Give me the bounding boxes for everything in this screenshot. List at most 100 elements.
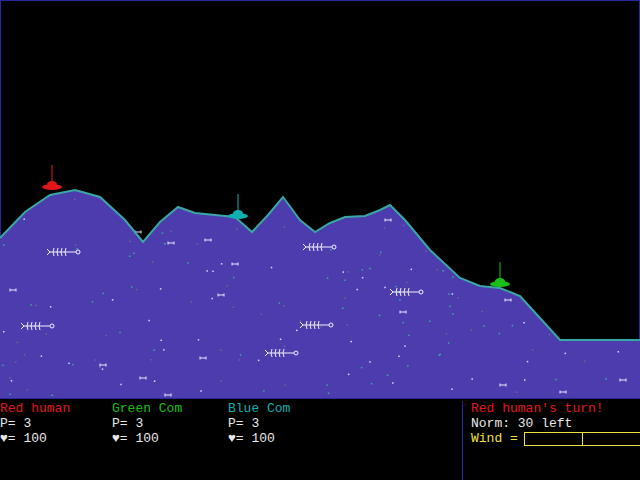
bone-icon xyxy=(200,357,206,360)
terrain-speck xyxy=(119,332,121,334)
terrain-speck xyxy=(446,333,448,335)
skeleton-icon xyxy=(21,322,54,330)
tank-body xyxy=(42,184,62,190)
terrain-speck xyxy=(342,308,344,310)
wind-marker xyxy=(582,433,583,445)
terrain-speck xyxy=(106,335,108,337)
terrain-speck xyxy=(512,325,514,327)
terrain-speck xyxy=(565,353,567,355)
terrain-speck xyxy=(30,304,32,306)
terrain-speck xyxy=(170,231,172,233)
terrain-speck xyxy=(148,320,150,322)
player-name: Red human xyxy=(0,401,112,416)
terrain-speck xyxy=(438,354,440,356)
skeleton-icon xyxy=(300,321,333,329)
bone-icon xyxy=(218,294,224,297)
terrain-speck xyxy=(411,269,413,271)
terrain-speck xyxy=(429,320,431,322)
terrain-speck xyxy=(76,248,78,250)
battlefield[interactable] xyxy=(0,0,640,400)
terrain-speck xyxy=(362,269,364,271)
tank-body xyxy=(490,281,510,287)
tank[interactable] xyxy=(228,194,248,219)
terrain-speck xyxy=(120,384,122,386)
bone-icon xyxy=(165,394,171,397)
terrain-speck xyxy=(392,382,394,384)
terrain-speck xyxy=(74,198,76,200)
terrain-speck xyxy=(618,351,620,353)
terrain-speck xyxy=(384,227,386,229)
terrain-speck xyxy=(451,388,453,390)
player-name: Blue Com xyxy=(228,401,344,416)
terrain-speck xyxy=(240,354,242,356)
terrain xyxy=(0,190,640,398)
terrain-speck xyxy=(452,276,454,278)
bone-icon xyxy=(140,377,146,380)
terrain-speck xyxy=(452,313,454,315)
terrain-speck xyxy=(471,329,473,331)
terrain-speck xyxy=(406,282,408,284)
terrain-speck xyxy=(347,324,349,326)
terrain-speck xyxy=(280,339,282,341)
terrain-speck xyxy=(52,394,54,396)
terrain-speck xyxy=(549,334,551,336)
tank-body xyxy=(228,213,248,219)
terrain-speck xyxy=(404,345,406,347)
terrain-speck xyxy=(407,365,409,367)
terrain-speck xyxy=(448,293,450,295)
player-health: ♥= 100 xyxy=(112,431,228,446)
terrain-speck xyxy=(153,349,155,351)
terrain-speck xyxy=(131,286,133,288)
weapon-info: Norm: 30 left xyxy=(471,416,640,431)
terrain-speck xyxy=(102,368,104,370)
tank-turret xyxy=(52,165,53,183)
terrain-speck xyxy=(555,379,557,381)
terrain-speck xyxy=(326,384,328,386)
skeleton-icon xyxy=(303,243,336,251)
terrain-speck xyxy=(27,389,29,391)
bone-icon xyxy=(205,239,211,242)
player-card: Red human P= 3 ♥= 100 xyxy=(0,401,112,480)
terrain-speck xyxy=(3,331,5,333)
terrain-speck xyxy=(347,271,349,273)
terrain-speck xyxy=(271,267,273,269)
terrain-speck xyxy=(221,263,223,265)
terrain-speck xyxy=(94,359,96,361)
terrain-speck xyxy=(239,359,241,361)
terrain-speck xyxy=(102,293,104,295)
terrain-speck xyxy=(263,390,265,392)
terrain-speck xyxy=(233,277,235,279)
terrain-speck xyxy=(350,341,352,343)
player-power: P= 3 xyxy=(112,416,228,431)
bone-icon xyxy=(168,242,174,245)
terrain-speck xyxy=(369,361,371,363)
terrain-speck xyxy=(129,241,131,243)
bone-icon xyxy=(232,263,238,266)
terrain-speck xyxy=(516,391,518,393)
terrain-speck xyxy=(343,271,345,273)
terrain-speck xyxy=(330,249,332,251)
terrain-speck xyxy=(328,392,330,394)
skeleton-icon xyxy=(390,288,423,296)
terrain-speck xyxy=(187,262,189,264)
terrain-speck xyxy=(527,361,529,363)
terrain-speck xyxy=(50,306,52,308)
terrain-speck xyxy=(284,384,286,386)
tank[interactable] xyxy=(42,165,62,190)
bone-icon xyxy=(560,391,566,394)
bone-icon xyxy=(100,364,106,367)
terrain-speck xyxy=(471,378,473,380)
terrain-speck xyxy=(395,286,397,288)
tank[interactable] xyxy=(490,262,510,287)
player-name: Green Com xyxy=(112,401,228,416)
bone-icon xyxy=(505,299,511,302)
terrain-speck xyxy=(198,339,200,341)
terrain-speck xyxy=(136,289,138,291)
terrain-speck xyxy=(284,226,286,228)
terrain-speck xyxy=(211,298,213,300)
field-border xyxy=(1,1,640,399)
terrain-speck xyxy=(402,322,404,324)
terrain-speck xyxy=(160,288,162,290)
terrain-speck xyxy=(532,349,534,351)
terrain-speck xyxy=(344,297,346,299)
